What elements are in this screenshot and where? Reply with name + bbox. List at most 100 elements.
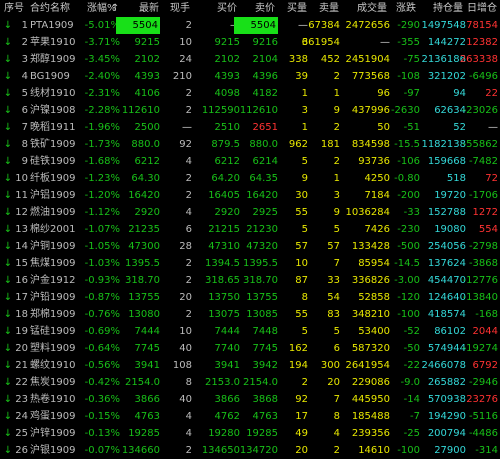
cell-no: 14: [15, 241, 28, 252]
table-row[interactable]: ↓ 20 塑料1909 -0.64% 7745 40 7740 7745 162 6 587320-…: [0, 340, 500, 357]
cell-vol: 133428: [351, 241, 390, 252]
cell-pct: -1.03%: [84, 258, 120, 269]
table-row[interactable]: ↓ 17 沪铅1909 -0.87% 13755 20 13750 13755 8 54 52858…: [0, 289, 500, 306]
cell-dinc: 23276: [466, 394, 498, 405]
cell-ask: 4763: [252, 411, 278, 422]
cell-dinc: -19274: [462, 343, 498, 354]
cell-pct: -3.45%: [84, 54, 120, 65]
table-row[interactable]: ↓ 2 苹果1910 -3.71% 9215 10 9215 9216 6 361954— -355…: [0, 34, 500, 51]
cell-askv: 8: [333, 411, 340, 422]
cell-dinc: -1706: [468, 190, 498, 201]
sort-up-icon[interactable]: ↑: [111, 0, 121, 17]
col-last[interactable]: 最新: [139, 0, 169, 17]
cell-askv: 1: [333, 173, 340, 184]
cell-chg: -355: [397, 37, 420, 48]
cell-chg: -230: [397, 224, 420, 235]
table-row[interactable]: ↓ 10 纤板1909 -1.23% 64.30 2 64.20 64.35 9 1 4250 -0.…: [0, 170, 500, 187]
table-row[interactable]: ↓ 18 郑棉1909 -0.76% 13080 2 13075 13085 55 83 34821…: [0, 306, 500, 323]
cell-pct: -2.40%: [84, 71, 120, 82]
table-row[interactable]: ↓ 9 硅铁1909 -1.68% 6212 4 6212 6214 5 2 93736 -106 15…: [0, 153, 500, 170]
cell-lot: 8: [185, 377, 192, 388]
table-row[interactable]: ↓ 4 BG1909 -2.40% 4393 210 4393 4396 39 2 773568 -1…: [0, 68, 500, 85]
cell-chg: -15.5: [394, 139, 420, 150]
cell-chg: -3.00: [394, 275, 420, 286]
cell-ask: 4396: [252, 71, 278, 82]
cell-lot: 40: [179, 394, 192, 405]
cell-chg: -14.5: [394, 258, 420, 269]
cell-chg: -120: [397, 292, 420, 303]
cell-no: 23: [15, 394, 28, 405]
table-row[interactable]: ↓ 22 焦炭1909 -0.42% 2154.0 8 2153.0 2154.0 2 20 229…: [0, 374, 500, 391]
col-no[interactable]: 序号: [4, 0, 32, 17]
cell-last: 2154.0: [125, 377, 160, 388]
cell-dinc: 72: [485, 173, 498, 184]
cell-ask: 2104: [252, 54, 278, 65]
cell-pct: -1.07%: [84, 224, 120, 235]
cell-ask: 19285: [246, 428, 278, 439]
table-row[interactable]: ↓ 6 沪镍1908 -2.28% 112610 2 112590 112610 3 9 43799…: [0, 102, 500, 119]
table-row[interactable]: ↓ 21 螺纹1910 -0.56% 3941 108 3941 3942 194 300 2641…: [0, 357, 500, 374]
col-name[interactable]: 合约名称: [30, 0, 82, 17]
cell-no: 15: [15, 258, 28, 269]
table-row[interactable]: ↓ 7 晚稻1911 -1.96% 2500—2510 2651 1 2 50 -51 52—: [0, 119, 500, 136]
cell-askv: 20: [327, 377, 340, 388]
table-row[interactable]: ↓ 16 沪金1912 -0.93% 318.70 2 318.65 318.70 87 33 33…: [0, 272, 500, 289]
cell-pct: -2.31%: [84, 88, 120, 99]
cell-chg: -52: [403, 326, 420, 337]
cell-chg: -22: [403, 360, 420, 371]
cell-last: 6212: [134, 156, 160, 167]
cell-vol: 50: [377, 122, 390, 133]
table-row[interactable]: ↓ 19 锰硅1909 -0.69% 7444 10 7444 7448 5 5 53400 -52 8…: [0, 323, 500, 340]
cell-askv: 67384: [308, 20, 340, 31]
col-ask[interactable]: 卖价: [255, 0, 285, 17]
cell-askv: 452: [320, 54, 340, 65]
cell-vol: 2472656: [345, 20, 390, 31]
cell-vol: 96: [377, 88, 390, 99]
table-row[interactable]: ↓ 13 棉纱2001 -1.07% 21235 6 21215 21230 5 5 7426 -23…: [0, 221, 500, 238]
table-row[interactable]: ↓ 5 线材1910 -2.31% 4106 2 4098 4182 1 1 96 -97 94 22: [0, 85, 500, 102]
cell-lot: —: [182, 122, 192, 133]
table-row[interactable]: ↓ 8 铁矿1909 -1.73% 880.0 92 879.5 880.0 962 181 834…: [0, 136, 500, 153]
cell-last: 318.70: [125, 275, 160, 286]
cell-ask: 7448: [252, 326, 278, 337]
table-row[interactable]: ↓ 14 沪铜1909 -1.05% 47300 28 47310 47320 57 57 1334…: [0, 238, 500, 255]
cell-chg: -33: [403, 207, 420, 218]
cell-last: 19285: [128, 428, 160, 439]
cell-pct: -0.13%: [84, 428, 120, 439]
table-row[interactable]: ↓ 23 热卷1910 -0.36% 3866 40 3866 3868 92 7 445950 -1…: [0, 391, 500, 408]
cell-vol: 52858: [358, 292, 390, 303]
cell-askv: 5: [333, 224, 340, 235]
col-lot[interactable]: 现手: [170, 0, 200, 17]
table-row[interactable]: ↓ 24 鸡蛋1909 -0.15% 4763 4 4762 4763 17 8 185488 -7 1…: [0, 408, 500, 425]
cell-pct: -2.28%: [84, 105, 120, 116]
cell-vol: 93736: [358, 156, 390, 167]
cell-no: 4: [21, 71, 28, 82]
col-askv[interactable]: 卖量: [319, 0, 349, 17]
table-row[interactable]: ↓ 12 燃油1909 -1.12% 2920 4 2920 2925 55 9 1036284 -3…: [0, 204, 500, 221]
cell-lot: 2: [185, 190, 192, 201]
table-row[interactable]: ↓ 11 沪铝1909 -1.20% 16420 2 16405 16420 30 3 7184 -2…: [0, 187, 500, 204]
table-row[interactable]: ↓ 15 焦煤1909 -1.03% 1395.5 2 1394.5 1395.5 10 7 859…: [0, 255, 500, 272]
cell-no: 19: [15, 326, 28, 337]
cell-lot: 24: [179, 54, 192, 65]
cell-pct: -1.68%: [84, 156, 120, 167]
cell-no: 8: [21, 139, 28, 150]
cell-no: 17: [15, 292, 28, 303]
cell-last: 7745: [134, 343, 160, 354]
cell-lot: 2: [185, 88, 192, 99]
col-chg[interactable]: 涨跌: [396, 0, 426, 17]
cell-askv: 6: [333, 343, 340, 354]
col-bid[interactable]: 买价: [217, 0, 247, 17]
cell-dinc: 12382: [466, 37, 498, 48]
cell-last: 2500: [134, 122, 160, 133]
cell-lot: 2: [185, 20, 192, 31]
table-row[interactable]: ↓ 3 郑醇1909 -3.45% 2102 24 2102 2104 338 452 245190…: [0, 51, 500, 68]
col-vol[interactable]: 成交量: [357, 0, 397, 17]
cell-lot: 210: [172, 71, 192, 82]
table-row[interactable]: ↓ 25 沪锌1909 -0.13% 19285 4 19280 19285 49 4 239356…: [0, 425, 500, 442]
col-dinc[interactable]: 日增仓: [467, 0, 500, 17]
cell-lot: 2: [185, 258, 192, 269]
table-row[interactable]: ↓1PTA1909-5.01%55042—5504—673842472656-2…: [0, 17, 500, 34]
cell-lot: 28: [179, 241, 192, 252]
col-bidv[interactable]: 买量: [287, 0, 317, 17]
